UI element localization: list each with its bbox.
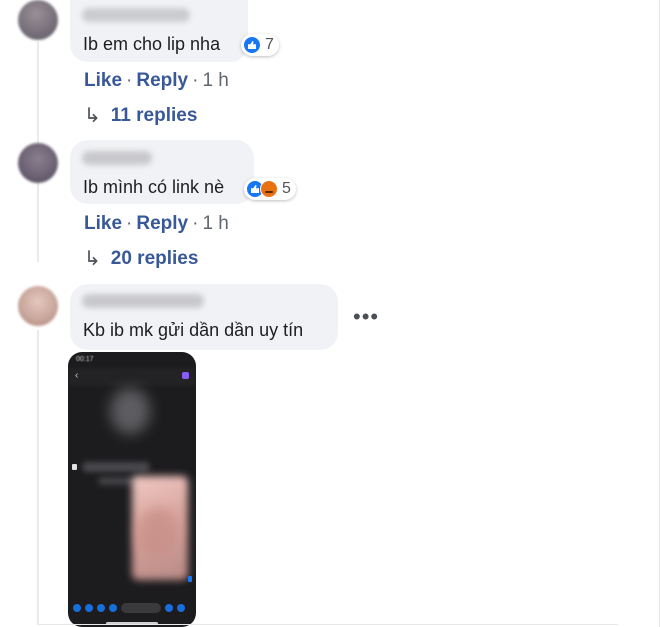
message-field: [121, 603, 161, 613]
author-name-blurred[interactable]: [82, 294, 204, 308]
message-marker: [72, 464, 77, 470]
separator: ·: [192, 213, 199, 234]
comment-text: Kb ib mk gửi dần dần uy tín: [83, 320, 304, 340]
reaction-count: 7: [265, 36, 274, 53]
camera-icon: [85, 604, 93, 612]
angry-icon: [260, 180, 278, 198]
blurred-photo-detail: [138, 508, 178, 558]
emoji-icon: [165, 604, 173, 612]
phone-status-time: 00:17: [76, 356, 94, 363]
comment-text: Ib em cho lip nha: [83, 34, 221, 54]
divider: [38, 624, 618, 625]
mic-icon: [109, 604, 117, 612]
video-icon: [182, 372, 189, 379]
back-icon: ‹: [75, 370, 79, 381]
avatar[interactable]: [18, 143, 58, 183]
reply-button[interactable]: Reply: [136, 70, 188, 91]
reply-button[interactable]: Reply: [136, 213, 188, 234]
phone-composer: [68, 598, 196, 618]
thread-connector: [37, 330, 39, 625]
blurred-profile: [110, 388, 150, 434]
plus-icon: [73, 604, 81, 612]
attachment-image[interactable]: 00:17 ‹: [68, 352, 196, 627]
more-options-icon[interactable]: •••: [353, 306, 379, 328]
timestamp[interactable]: 1 h: [202, 213, 228, 234]
replies-count: 11 replies: [110, 104, 198, 126]
phone-header: [68, 368, 196, 386]
photo-icon: [97, 604, 105, 612]
reaction-summary[interactable]: 7: [241, 34, 279, 56]
like-button[interactable]: Like: [84, 213, 122, 234]
view-replies-link[interactable]: ↳ 20 replies: [84, 246, 198, 271]
comment-text: Ib mình có link nè: [83, 177, 225, 197]
like-send-icon: [177, 604, 185, 612]
author-name-blurred[interactable]: [82, 151, 152, 165]
like-icon: [243, 36, 261, 54]
replies-count: 20 replies: [110, 247, 199, 269]
like-button[interactable]: Like: [84, 70, 122, 91]
comment-actions: Like · Reply · 1 h: [84, 213, 229, 235]
comment-thread: Ib em cho lip nha 7 Like · Reply · 1 h ↳ 11 …: [0, 0, 660, 627]
timestamp[interactable]: 1 h: [202, 70, 228, 91]
avatar[interactable]: [18, 0, 58, 40]
separator: ·: [192, 70, 199, 91]
avatar[interactable]: [18, 286, 58, 326]
reaction-summary[interactable]: 5: [244, 178, 296, 200]
view-replies-link[interactable]: ↳ 11 replies: [84, 103, 197, 128]
author-name-blurred[interactable]: [82, 8, 190, 22]
separator: ·: [126, 70, 133, 91]
separator: ·: [126, 213, 133, 234]
reply-arrow-icon: ↳: [84, 248, 101, 270]
reply-arrow-icon: ↳: [84, 105, 101, 127]
message-marker: [188, 576, 192, 582]
comment-actions: Like · Reply · 1 h: [84, 70, 229, 92]
blurred-message: [82, 462, 150, 472]
reaction-count: 5: [282, 180, 291, 197]
